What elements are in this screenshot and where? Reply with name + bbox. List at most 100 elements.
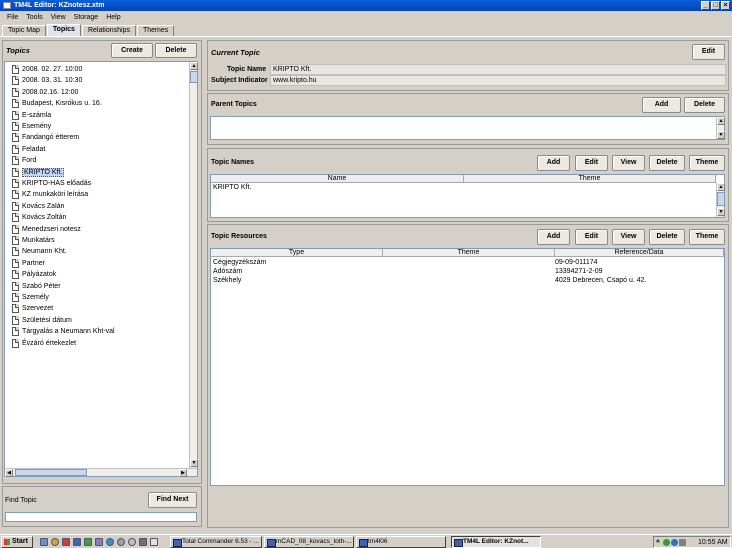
topic-resources-table[interactable]: Type Theme Reference/Data Cégjegyzékszám… — [210, 248, 725, 486]
cd-icon[interactable] — [128, 538, 136, 546]
topic-tree-item[interactable]: KZ munkaköri leírása — [12, 189, 88, 200]
notepad-icon[interactable] — [150, 538, 158, 546]
topic-names-table[interactable]: Name Theme KRIPTO Kft. ▲ ▼ — [210, 174, 725, 218]
ie-icon[interactable] — [106, 538, 114, 546]
topic-tree-item[interactable]: Kovács Zalán — [12, 201, 64, 212]
desktop-icon[interactable] — [40, 538, 48, 546]
explorer-icon[interactable] — [95, 538, 103, 546]
close-icon[interactable]: × — [721, 1, 730, 10]
task-tm4l-editor[interactable]: TM4L Editor: KZnot... — [451, 536, 541, 548]
clock[interactable]: 10:55 AM — [698, 539, 728, 546]
scroll-thumb[interactable] — [717, 192, 725, 206]
scroll-thumb[interactable] — [190, 71, 198, 83]
network-icon[interactable] — [663, 539, 670, 546]
word-icon[interactable] — [73, 538, 81, 546]
tab-themes[interactable]: Themes — [136, 25, 175, 36]
scroll-down-icon[interactable]: ▼ — [717, 131, 725, 139]
browser-icon[interactable] — [51, 538, 59, 546]
task-total-commander[interactable]: Total Commander 6.53 - ... — [170, 536, 262, 548]
scroll-right-icon[interactable]: ▶ — [179, 469, 187, 477]
resources-delete-button[interactable]: Delete — [649, 229, 685, 245]
topic-tree-item[interactable]: KRIPTO-HAS előadás — [12, 178, 91, 189]
tab-relationships[interactable]: Relationships — [81, 25, 136, 36]
tray-expand-icon[interactable]: « — [656, 538, 660, 545]
topic-tree-item[interactable]: Ford — [12, 155, 36, 166]
menu-view[interactable]: View — [47, 14, 70, 21]
topic-tree-item[interactable]: E-számla — [12, 110, 51, 121]
resources-theme-button[interactable]: Theme — [689, 229, 725, 245]
create-topic-button[interactable]: Create — [111, 43, 153, 58]
window-title-bar[interactable]: TM4L Editor: KZnotesz.xtm _ □ × — [0, 0, 732, 11]
topic-tree-item[interactable]: Budapest, Kisrókus u. 16. — [12, 98, 102, 109]
resources-col-theme[interactable]: Theme — [383, 249, 555, 257]
topic-tree-item[interactable]: Partner — [12, 258, 45, 269]
resources-add-button[interactable]: Add — [537, 229, 570, 245]
resources-col-type[interactable]: Type — [211, 249, 383, 257]
tab-topics[interactable]: Topics — [46, 24, 81, 36]
topic-tree-item[interactable]: Születési dátum — [12, 315, 72, 326]
hscroll-thumb[interactable] — [15, 469, 87, 476]
topic-tree-item[interactable]: Fandangó étterem — [12, 132, 79, 143]
start-button[interactable]: Start — [1, 536, 33, 548]
excel-icon[interactable] — [84, 538, 92, 546]
parent-topics-vscrollbar[interactable]: ▲ ▼ — [716, 117, 725, 139]
menu-help[interactable]: Help — [102, 14, 124, 21]
scroll-down-icon[interactable]: ▼ — [190, 459, 198, 467]
tab-topic-map[interactable]: Topic Map — [2, 25, 46, 36]
topic-tree-item[interactable]: 2008. 02. 27. 10:00 — [12, 64, 82, 75]
topic-tree-item[interactable]: Feladat — [12, 144, 45, 155]
menu-storage[interactable]: Storage — [70, 14, 103, 21]
menu-file[interactable]: File — [3, 14, 22, 21]
resources-col-reference[interactable]: Reference/Data — [555, 249, 724, 257]
topic-tree-item[interactable]: Pályázatok — [12, 269, 56, 280]
topic-tree-item[interactable]: Kovács Zoltán — [12, 212, 66, 223]
maximize-icon[interactable]: □ — [711, 1, 720, 10]
task-mcad[interactable]: mCAD_08_kovacs_toth-... — [264, 536, 354, 548]
parent-delete-button[interactable]: Delete — [684, 97, 725, 113]
menu-tools[interactable]: Tools — [22, 14, 46, 21]
scroll-up-icon[interactable]: ▲ — [717, 117, 725, 125]
topic-tree-item[interactable]: KRIPTO Kft. — [12, 167, 65, 178]
topic-tree-item[interactable]: 2008.02.16. 12:00 — [12, 87, 78, 98]
topic-names-vscrollbar[interactable]: ▲ ▼ — [716, 183, 725, 217]
scroll-up-icon[interactable]: ▲ — [717, 183, 725, 191]
topic-tree-item[interactable]: Munkatárs — [12, 235, 55, 246]
names-theme-button[interactable]: Theme — [689, 155, 725, 171]
security-icon[interactable] — [671, 539, 678, 546]
resources-edit-button[interactable]: Edit — [575, 229, 608, 245]
task-tm4l06[interactable]: tm4l06 — [356, 536, 446, 548]
topic-tree-item[interactable]: Szabó Péter — [12, 281, 61, 292]
scroll-down-icon[interactable]: ▼ — [717, 208, 725, 216]
volume-icon[interactable] — [679, 539, 686, 546]
topic-tree-vscrollbar[interactable]: ▲ ▼ — [189, 62, 198, 468]
names-edit-button[interactable]: Edit — [575, 155, 608, 171]
parent-topics-list[interactable]: ▲ ▼ — [210, 116, 725, 140]
find-topic-input[interactable] — [5, 512, 197, 522]
scroll-left-icon[interactable]: ◀ — [5, 469, 13, 477]
scroll-up-icon[interactable]: ▲ — [190, 62, 198, 70]
names-col-theme[interactable]: Theme — [464, 175, 716, 183]
resources-view-button[interactable]: View — [612, 229, 645, 245]
find-next-button[interactable]: Find Next — [148, 492, 197, 508]
topic-tree-item[interactable]: 2008. 03. 31. 10:30 — [12, 75, 82, 86]
topic-tree-item[interactable]: Személy — [12, 292, 49, 303]
topic-tree-hscrollbar[interactable]: ◀ ▶ — [5, 468, 197, 477]
tool-icon[interactable] — [139, 538, 147, 546]
delete-topic-button[interactable]: Delete — [155, 43, 197, 58]
topic-tree-item[interactable]: Neumann Kht. — [12, 246, 67, 257]
edit-topic-button[interactable]: Edit — [692, 44, 725, 60]
media-icon[interactable] — [117, 538, 125, 546]
app-icon[interactable] — [62, 538, 70, 546]
topic-tree[interactable]: 2008. 02. 27. 10:00 2008. 03. 31. 10:30 20… — [4, 61, 198, 477]
names-delete-button[interactable]: Delete — [649, 155, 685, 171]
topic-tree-item[interactable]: Menedzseri notesz — [12, 224, 81, 235]
topic-tree-item[interactable]: Évzáró értekezlet — [12, 338, 76, 349]
names-col-name[interactable]: Name — [211, 175, 464, 183]
names-add-button[interactable]: Add — [537, 155, 570, 171]
topic-tree-item[interactable]: Tárgyalás a Neumann Kht-val — [12, 326, 115, 337]
names-view-button[interactable]: View — [612, 155, 645, 171]
minimize-icon[interactable]: _ — [701, 1, 710, 10]
parent-add-button[interactable]: Add — [642, 97, 681, 113]
topic-tree-item[interactable]: Esemény — [12, 121, 51, 132]
topic-tree-item[interactable]: Szervezet — [12, 303, 53, 314]
